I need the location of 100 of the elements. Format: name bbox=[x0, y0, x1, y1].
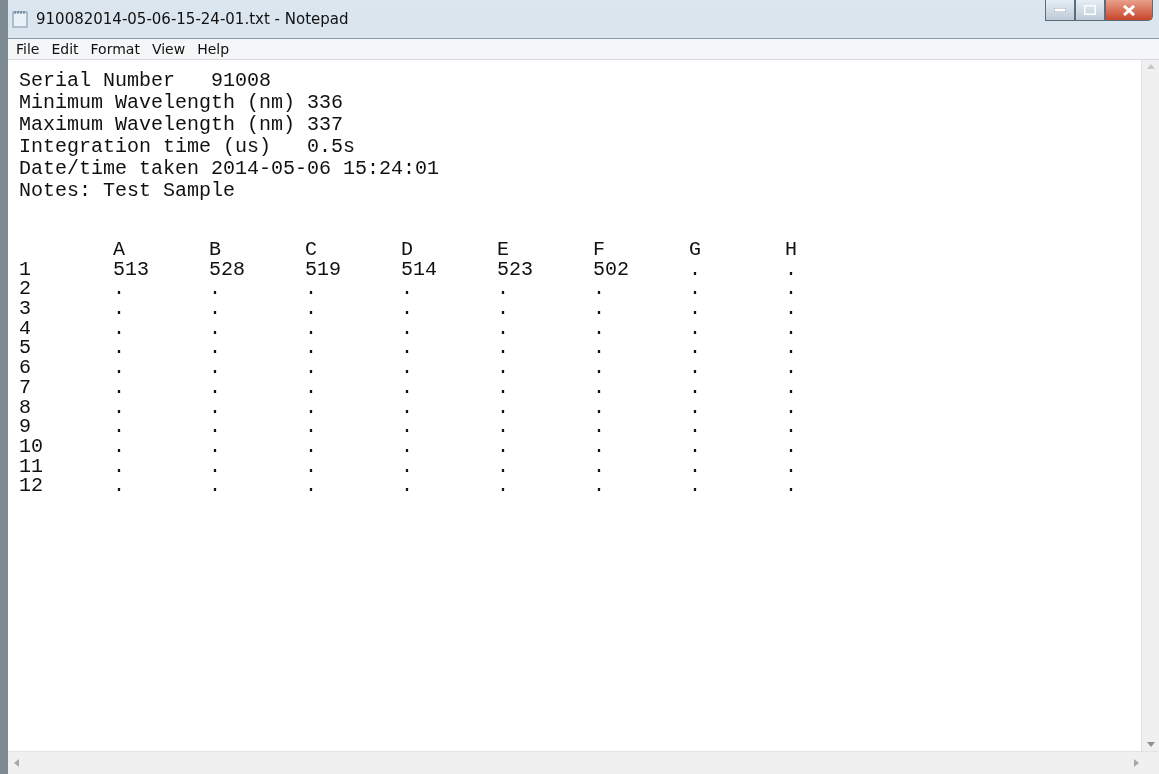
table-cell: . bbox=[401, 436, 413, 457]
maximize-icon bbox=[1084, 5, 1096, 15]
table-cell: . bbox=[689, 417, 701, 438]
menu-item[interactable]: Edit bbox=[45, 41, 85, 57]
maximize-button[interactable] bbox=[1075, 0, 1105, 21]
table-cell: . bbox=[593, 456, 605, 477]
table-cell: . bbox=[689, 279, 701, 300]
scroll-down-icon[interactable] bbox=[1146, 742, 1155, 747]
table-cell: . bbox=[209, 417, 221, 438]
table-cell: . bbox=[305, 456, 317, 477]
window-title: 910082014-05-06-15-24-01.txt - Notepad bbox=[36, 10, 349, 28]
table-cell: . bbox=[305, 476, 317, 497]
table-cell: . bbox=[689, 377, 701, 398]
table-cell: . bbox=[785, 318, 797, 339]
column-header: C bbox=[305, 240, 317, 260]
table-cell: . bbox=[305, 318, 317, 339]
vertical-scrollbar[interactable] bbox=[1141, 60, 1159, 751]
row-number: 9 bbox=[19, 417, 31, 438]
column-header: D bbox=[401, 240, 413, 260]
table-cell: . bbox=[113, 417, 125, 438]
scroll-left-icon[interactable] bbox=[14, 759, 19, 767]
table-cell: . bbox=[497, 279, 509, 300]
table-cell: . bbox=[305, 397, 317, 418]
table-cell: . bbox=[209, 318, 221, 339]
menu-item[interactable]: Help bbox=[191, 41, 236, 57]
table-cell: . bbox=[113, 397, 125, 418]
menu-item[interactable]: Format bbox=[84, 41, 146, 57]
table-cell: . bbox=[497, 417, 509, 438]
text-line: Integration time (us) 0.5s bbox=[19, 137, 356, 157]
column-header: F bbox=[593, 240, 605, 260]
table-cell: . bbox=[209, 377, 221, 398]
table-cell: . bbox=[209, 456, 221, 477]
scroll-right-icon[interactable] bbox=[1134, 759, 1139, 767]
table-cell: . bbox=[593, 377, 605, 398]
table-cell: 523 bbox=[497, 259, 533, 280]
column-header: G bbox=[689, 240, 701, 260]
table-cell: . bbox=[593, 318, 605, 339]
table-cell: . bbox=[785, 476, 797, 497]
table-cell: . bbox=[113, 338, 125, 359]
table-cell: . bbox=[785, 436, 797, 457]
row-number: 4 bbox=[19, 318, 31, 339]
table-cell: . bbox=[497, 338, 509, 359]
table-cell: . bbox=[113, 299, 125, 320]
table-cell: . bbox=[689, 358, 701, 379]
text-line: Minimum Wavelength (nm) 336 bbox=[19, 93, 344, 113]
table-cell: . bbox=[497, 397, 509, 418]
row-number: 6 bbox=[19, 358, 31, 379]
table-cell: . bbox=[113, 358, 125, 379]
table-cell: . bbox=[785, 259, 797, 280]
table-cell: . bbox=[689, 338, 701, 359]
table-cell: . bbox=[209, 476, 221, 497]
text-line: Maximum Wavelength (nm) 337 bbox=[19, 115, 344, 135]
table-cell: . bbox=[401, 299, 413, 320]
table-cell: . bbox=[593, 417, 605, 438]
minimize-button[interactable] bbox=[1045, 0, 1075, 21]
text-line: Date/time taken 2014-05-06 15:24:01 bbox=[19, 159, 440, 179]
table-cell: . bbox=[113, 318, 125, 339]
table-cell: . bbox=[305, 377, 317, 398]
table-cell: . bbox=[593, 358, 605, 379]
column-header: A bbox=[113, 240, 125, 260]
menu-item[interactable]: View bbox=[145, 41, 192, 57]
table-cell: . bbox=[689, 397, 701, 418]
table-cell: . bbox=[401, 338, 413, 359]
table-cell: . bbox=[785, 417, 797, 438]
table-cell: . bbox=[305, 299, 317, 320]
minimize-icon bbox=[1054, 8, 1066, 12]
table-cell: . bbox=[401, 318, 413, 339]
table-cell: . bbox=[689, 299, 701, 320]
close-button[interactable] bbox=[1105, 0, 1153, 21]
table-cell: . bbox=[497, 299, 509, 320]
table-cell: . bbox=[305, 436, 317, 457]
table-cell: . bbox=[401, 397, 413, 418]
table-cell: . bbox=[401, 417, 413, 438]
table-cell: . bbox=[785, 279, 797, 300]
table-cell: . bbox=[209, 436, 221, 457]
column-header: E bbox=[497, 240, 509, 260]
table-cell: . bbox=[497, 377, 509, 398]
table-cell: . bbox=[401, 377, 413, 398]
table-cell: . bbox=[113, 476, 125, 497]
horizontal-scrollbar[interactable] bbox=[8, 751, 1159, 774]
table-cell: . bbox=[113, 456, 125, 477]
menu-item[interactable]: File bbox=[10, 41, 46, 57]
table-cell: . bbox=[689, 456, 701, 477]
text-line: Serial Number 91008 bbox=[19, 71, 272, 91]
row-number: 10 bbox=[19, 436, 43, 457]
table-cell: . bbox=[401, 358, 413, 379]
table-cell: . bbox=[593, 397, 605, 418]
table-cell: . bbox=[113, 279, 125, 300]
row-number: 3 bbox=[19, 299, 31, 320]
table-cell: 502 bbox=[593, 259, 629, 280]
table-cell: 528 bbox=[209, 259, 245, 280]
table-cell: . bbox=[785, 456, 797, 477]
table-cell: . bbox=[689, 318, 701, 339]
table-cell: . bbox=[497, 436, 509, 457]
table-cell: . bbox=[785, 299, 797, 320]
notepad-icon bbox=[12, 10, 28, 28]
table-cell: 513 bbox=[113, 259, 149, 280]
table-cell: . bbox=[305, 417, 317, 438]
table-cell: . bbox=[401, 456, 413, 477]
scroll-up-icon[interactable] bbox=[1146, 64, 1155, 69]
